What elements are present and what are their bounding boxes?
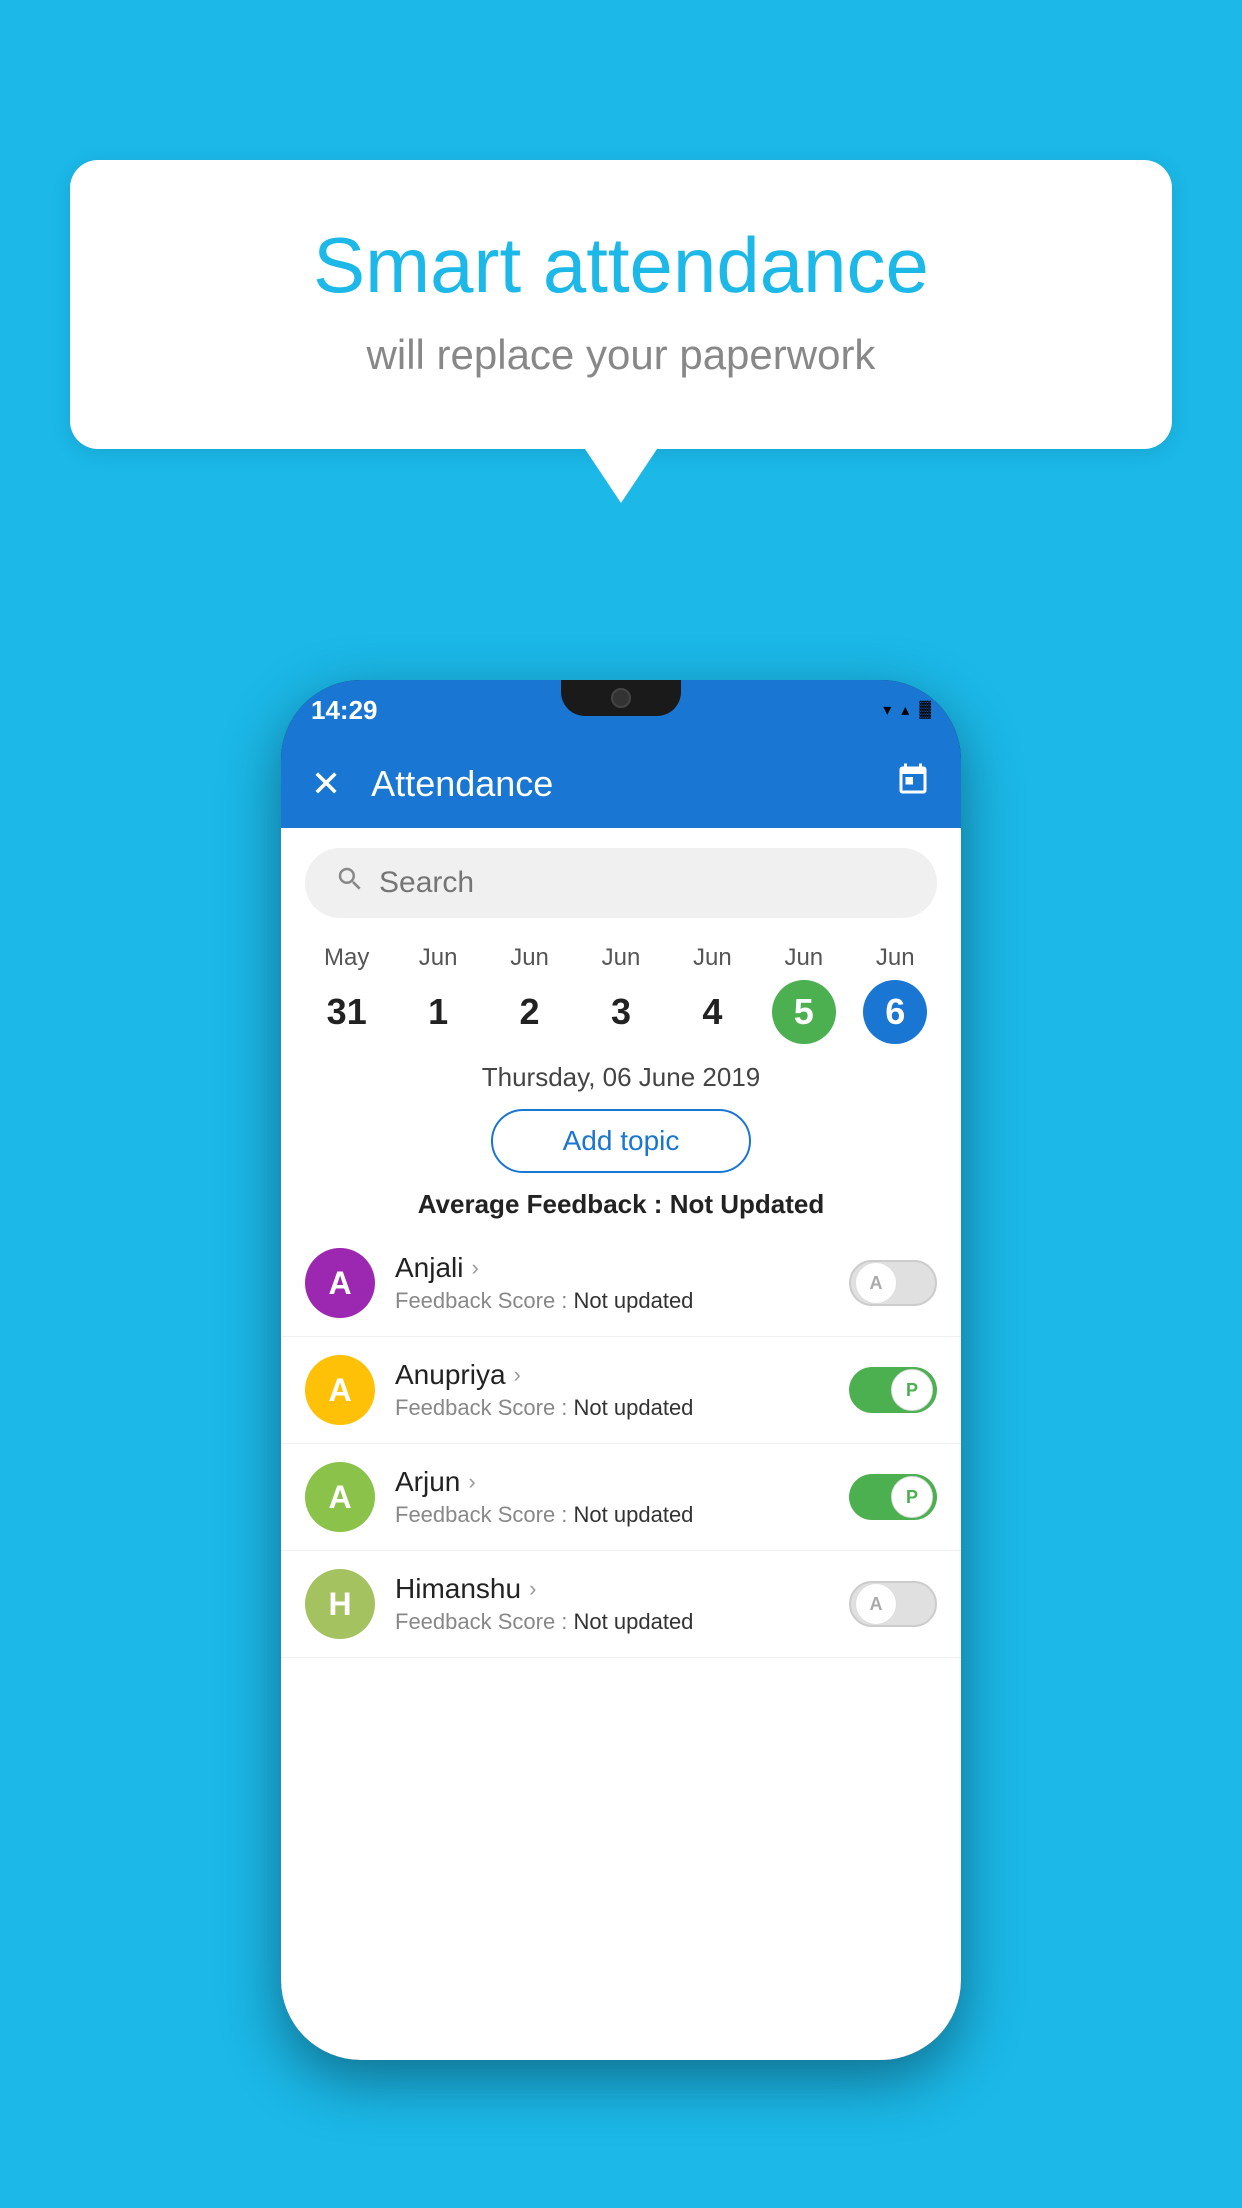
student-item[interactable]: A Arjun › Feedback Score : Not updated P (281, 1444, 961, 1551)
cal-month-label: Jun (419, 944, 458, 972)
student-list: AAnjali ›Feedback Score : Not updatedAAA… (281, 1230, 961, 1658)
speech-bubble-section: Smart attendance will replace your paper… (70, 160, 1172, 503)
add-topic-button[interactable]: Add topic (491, 1109, 751, 1173)
camera-dot (611, 688, 631, 708)
cal-date-number[interactable]: 6 (863, 980, 927, 1044)
status-icons: ▾ ▴ ▓ (883, 700, 931, 720)
avatar: A (305, 1248, 375, 1318)
chevron-icon: › (514, 1362, 521, 1388)
calendar-day[interactable]: Jun 4 (680, 944, 744, 1044)
student-info: Anupriya › Feedback Score : Not updated (395, 1359, 829, 1421)
student-feedback: Feedback Score : Not updated (395, 1502, 829, 1528)
selected-date: Thursday, 06 June 2019 (281, 1062, 961, 1093)
student-name: Himanshu › (395, 1573, 829, 1605)
cal-month-label: Jun (784, 944, 823, 972)
screen-content: May 31 Jun 1 Jun 2 Jun 3 Jun 4 Jun 5 Jun 6 Thursday, … (281, 828, 961, 2060)
avatar: H (305, 1569, 375, 1639)
signal-icon: ▴ (901, 700, 909, 720)
cal-date-number[interactable]: 3 (589, 980, 653, 1044)
calendar-day[interactable]: Jun 6 (863, 944, 927, 1044)
cal-month-label: May (324, 944, 369, 972)
cal-month-label: Jun (602, 944, 641, 972)
app-bar-title: Attendance (371, 763, 895, 805)
attendance-toggle-container[interactable]: P (849, 1367, 937, 1413)
cal-date-number[interactable]: 4 (680, 980, 744, 1044)
calendar-strip: May 31 Jun 1 Jun 2 Jun 3 Jun 4 Jun 5 Jun 6 (281, 934, 961, 1044)
phone-device: 14:29 ▾ ▴ ▓ ✕ Attendance (281, 680, 961, 2060)
student-item[interactable]: A Anupriya › Feedback Score : Not updated P (281, 1337, 961, 1444)
student-name: Arjun › (395, 1466, 829, 1498)
speech-bubble-arrow (585, 449, 657, 503)
student-info: Himanshu › Feedback Score : Not updated (395, 1573, 829, 1635)
app-bar: ✕ Attendance (281, 740, 961, 828)
search-icon (335, 864, 365, 902)
attendance-toggle-container[interactable]: A (849, 1260, 937, 1306)
calendar-day[interactable]: Jun 2 (498, 944, 562, 1044)
avg-feedback: Average Feedback : Not Updated (281, 1189, 961, 1220)
avatar: A (305, 1355, 375, 1425)
speech-bubble-title: Smart attendance (150, 220, 1092, 311)
student-feedback: Feedback Score : Not updated (395, 1288, 829, 1314)
student-feedback: Feedback Score : Not updated (395, 1395, 829, 1421)
student-item[interactable]: A Anjali › Feedback Score : Not updated A (281, 1230, 961, 1337)
avg-feedback-value: Not Updated (670, 1189, 825, 1219)
chevron-icon: › (471, 1255, 478, 1281)
search-input[interactable] (379, 866, 907, 900)
speech-bubble: Smart attendance will replace your paper… (70, 160, 1172, 449)
cal-month-label: Jun (693, 944, 732, 972)
cal-month-label: Jun (510, 944, 549, 972)
chevron-icon: › (529, 1576, 536, 1602)
wifi-icon: ▾ (883, 700, 891, 720)
attendance-toggle-container[interactable]: A (849, 1581, 937, 1627)
cal-month-label: Jun (876, 944, 915, 972)
calendar-icon[interactable] (895, 762, 931, 806)
toggle-knob: A (855, 1262, 897, 1304)
cal-date-number[interactable]: 2 (498, 980, 562, 1044)
search-bar[interactable] (305, 848, 937, 918)
avatar: A (305, 1462, 375, 1532)
chevron-icon: › (468, 1469, 475, 1495)
attendance-toggle[interactable]: A (849, 1581, 937, 1627)
toggle-knob: P (891, 1476, 933, 1518)
toggle-knob: A (855, 1583, 897, 1625)
calendar-day[interactable]: Jun 5 (772, 944, 836, 1044)
attendance-toggle[interactable]: P (849, 1474, 937, 1520)
student-item[interactable]: H Himanshu › Feedback Score : Not updated A (281, 1551, 961, 1658)
student-info: Arjun › Feedback Score : Not updated (395, 1466, 829, 1528)
status-time: 14:29 (311, 695, 378, 726)
avg-feedback-label: Average Feedback : (418, 1189, 670, 1219)
calendar-day[interactable]: Jun 1 (406, 944, 470, 1044)
phone-wrapper: 14:29 ▾ ▴ ▓ ✕ Attendance (80, 680, 1162, 2208)
cal-date-number[interactable]: 31 (315, 980, 379, 1044)
attendance-toggle-container[interactable]: P (849, 1474, 937, 1520)
speech-bubble-subtitle: will replace your paperwork (150, 331, 1092, 379)
calendar-day[interactable]: Jun 3 (589, 944, 653, 1044)
phone-notch (561, 680, 681, 716)
cal-date-number[interactable]: 1 (406, 980, 470, 1044)
student-feedback: Feedback Score : Not updated (395, 1609, 829, 1635)
calendar-day[interactable]: May 31 (315, 944, 379, 1044)
toggle-knob: P (891, 1369, 933, 1411)
student-info: Anjali › Feedback Score : Not updated (395, 1252, 829, 1314)
student-name: Anjali › (395, 1252, 829, 1284)
attendance-toggle[interactable]: A (849, 1260, 937, 1306)
close-button[interactable]: ✕ (311, 763, 341, 805)
cal-date-number[interactable]: 5 (772, 980, 836, 1044)
student-name: Anupriya › (395, 1359, 829, 1391)
attendance-toggle[interactable]: P (849, 1367, 937, 1413)
battery-icon: ▓ (919, 701, 931, 719)
